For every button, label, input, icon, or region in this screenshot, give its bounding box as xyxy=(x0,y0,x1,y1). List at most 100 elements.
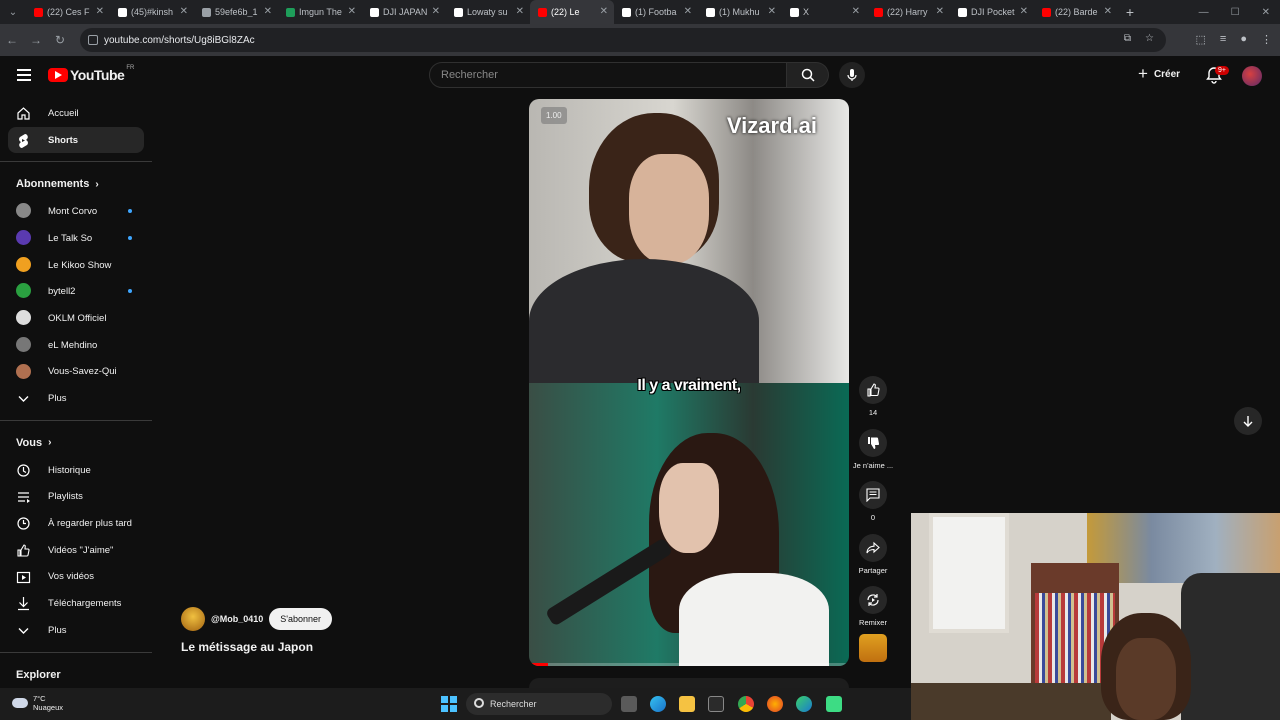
account-avatar[interactable] xyxy=(1242,66,1262,86)
channel-name[interactable]: @Mob_0410 xyxy=(211,614,263,624)
menu-icon[interactable] xyxy=(17,69,31,81)
search-button[interactable] xyxy=(787,62,829,88)
browser-tab[interactable]: (1) Footba ✕ xyxy=(614,0,698,24)
sidebar-item-le-talk-so[interactable]: Le Talk So xyxy=(0,225,152,252)
logo-text: YouTube xyxy=(70,67,125,83)
next-video-button[interactable] xyxy=(1234,407,1262,435)
sidebar-item-le-kikoo-show[interactable]: Le Kikoo Show xyxy=(0,252,152,279)
sidebar-item-bytell2[interactable]: bytell2 xyxy=(0,278,152,305)
sidebar-item-plus[interactable]: Plus xyxy=(0,617,152,644)
tab-close-icon[interactable]: ✕ xyxy=(600,6,608,17)
tab-close-icon[interactable]: ✕ xyxy=(264,6,272,17)
file-explorer-icon[interactable] xyxy=(679,696,695,712)
sidebar-item-label: OKLM Officiel xyxy=(48,312,107,324)
dislike-button[interactable] xyxy=(859,428,887,457)
sound-thumbnail[interactable] xyxy=(859,634,887,662)
tab-title: (22) Le xyxy=(551,7,580,17)
browser-menu-icon[interactable]: ⋮ xyxy=(1261,33,1272,46)
task-view-icon[interactable] xyxy=(621,696,637,712)
tab-close-icon[interactable]: ✕ xyxy=(432,6,440,17)
sidebar-item-mont-corvo[interactable]: Mont Corvo xyxy=(0,198,152,225)
media-control-icon[interactable]: ≡ xyxy=(1220,33,1226,46)
tab-close-icon[interactable]: ✕ xyxy=(96,6,104,17)
tab-close-icon[interactable]: ✕ xyxy=(516,6,524,17)
sidebar-item-el-mehdino[interactable]: eL Mehdino xyxy=(0,332,152,359)
voice-search-button[interactable] xyxy=(839,62,865,88)
edge-icon[interactable] xyxy=(650,696,666,712)
tab-close-icon[interactable]: ✕ xyxy=(852,6,860,17)
channel-avatar[interactable] xyxy=(181,607,205,631)
browser-tab[interactable]: DJI JAPAN ✕ xyxy=(362,0,446,24)
subscribe-button[interactable]: S'abonner xyxy=(269,608,333,630)
back-icon[interactable]: ← xyxy=(0,33,24,47)
tab-close-icon[interactable]: ✕ xyxy=(768,6,776,17)
sidebar-item-plus[interactable]: Plus xyxy=(0,385,152,412)
sidebar-item-playlists[interactable]: Playlists xyxy=(0,484,152,511)
forward-icon[interactable]: → xyxy=(24,33,48,47)
browser-tab[interactable]: 59efe6b_1 ✕ xyxy=(194,0,278,24)
browser-tab[interactable]: (45)#kinsh ✕ xyxy=(110,0,194,24)
create-button[interactable]: + Créer xyxy=(1138,64,1180,84)
close-window-icon[interactable]: ✕ xyxy=(1262,7,1270,18)
video-progress-bar[interactable] xyxy=(529,663,849,666)
browser-tab[interactable]: (22) Le ✕ xyxy=(530,0,614,24)
sidebar-item-regarder-plus-tard[interactable]: À regarder plus tard xyxy=(0,510,152,537)
sidebar-item-accueil[interactable]: Accueil xyxy=(0,100,152,127)
url-field[interactable]: youtube.com/shorts/Ug8iBGl8ZAc ⧉ ☆ xyxy=(80,28,1166,52)
site-info-icon[interactable] xyxy=(88,35,98,45)
comments-button[interactable] xyxy=(859,481,887,509)
browser-tab[interactable]: (22) Harry ✕ xyxy=(866,0,950,24)
woman-top xyxy=(679,573,829,666)
sidebar-item-vous-savez-qui[interactable]: Vous-Savez-Qui xyxy=(0,359,152,386)
video-title[interactable]: Le métissage au Japon xyxy=(181,640,313,654)
profile-icon[interactable]: ● xyxy=(1240,33,1247,46)
maximize-icon[interactable]: ☐ xyxy=(1231,7,1240,18)
shorts-actions: 14 Je n'aime ... 0 Partager Remixer xyxy=(853,376,893,639)
subscriptions-heading[interactable]: Abonnements › xyxy=(0,170,152,198)
sidebar-item-shorts[interactable]: Shorts xyxy=(8,126,144,154)
tab-favicon-icon xyxy=(790,7,799,17)
bookmark-star-icon[interactable]: ☆ xyxy=(1145,33,1154,44)
browser-tab[interactable]: (1) Mukhu ✕ xyxy=(698,0,782,24)
browser-tab[interactable]: DJI Pocket ✕ xyxy=(950,0,1034,24)
extensions-icon[interactable]: ⬚ xyxy=(1196,33,1206,46)
sidebar-item-vid-os-j-aime[interactable]: Vidéos "J'aime" xyxy=(0,537,152,564)
playback-speed-badge[interactable]: 1.00 xyxy=(541,107,567,124)
browser-tab[interactable]: (22) Ces F ✕ xyxy=(26,0,110,24)
tab-close-icon[interactable]: ✕ xyxy=(348,6,356,17)
browser-tab[interactable]: Imgun The ✕ xyxy=(278,0,362,24)
tab-close-icon[interactable]: ✕ xyxy=(1020,6,1028,17)
new-tab-button[interactable]: + xyxy=(1118,4,1142,20)
search-input[interactable]: Rechercher xyxy=(429,62,787,88)
webcam-chair xyxy=(1181,573,1280,720)
browser-tab[interactable]: Lowaty su ✕ xyxy=(446,0,530,24)
chrome-icon[interactable] xyxy=(738,696,754,712)
firefox-icon[interactable] xyxy=(767,696,783,712)
shorts-video-player[interactable]: 1.00 Vizard.ai Il y a vraiment, xyxy=(529,99,849,666)
remix-button[interactable] xyxy=(859,586,887,614)
share-button[interactable] xyxy=(859,533,887,562)
browser-tab[interactable]: (22) Barde ✕ xyxy=(1034,0,1118,24)
windows-start-icon[interactable] xyxy=(441,696,457,712)
tab-close-icon[interactable]: ✕ xyxy=(180,6,188,17)
reload-icon[interactable]: ↻ xyxy=(48,33,72,47)
tab-close-icon[interactable]: ✕ xyxy=(936,6,944,17)
taskbar-search[interactable]: Rechercher xyxy=(466,693,612,715)
sidebar-item-oklm-officiel[interactable]: OKLM Officiel xyxy=(0,305,152,332)
youtube-logo[interactable]: YouTube FR xyxy=(48,65,134,83)
minimize-icon[interactable]: — xyxy=(1199,7,1209,18)
sidebar-item-historique[interactable]: Historique xyxy=(0,457,152,484)
weather-widget[interactable]: 7°C Nuageux xyxy=(12,694,63,712)
sidebar-item-t-l-chargements[interactable]: Téléchargements xyxy=(0,590,152,617)
like-button[interactable] xyxy=(859,376,887,404)
install-app-icon[interactable]: ⧉ xyxy=(1124,33,1131,44)
browser-tab[interactable]: X ✕ xyxy=(782,0,866,24)
app-icon[interactable] xyxy=(796,696,812,712)
tab-close-icon[interactable]: ✕ xyxy=(684,6,692,17)
sidebar-item-vos-vid-os[interactable]: Vos vidéos xyxy=(0,564,152,591)
you-heading[interactable]: Vous › xyxy=(0,429,152,457)
tab-search-icon[interactable]: ⌄ xyxy=(0,0,26,24)
tab-close-icon[interactable]: ✕ xyxy=(1104,6,1112,17)
android-app-icon[interactable] xyxy=(826,696,842,712)
store-icon[interactable] xyxy=(708,696,724,712)
